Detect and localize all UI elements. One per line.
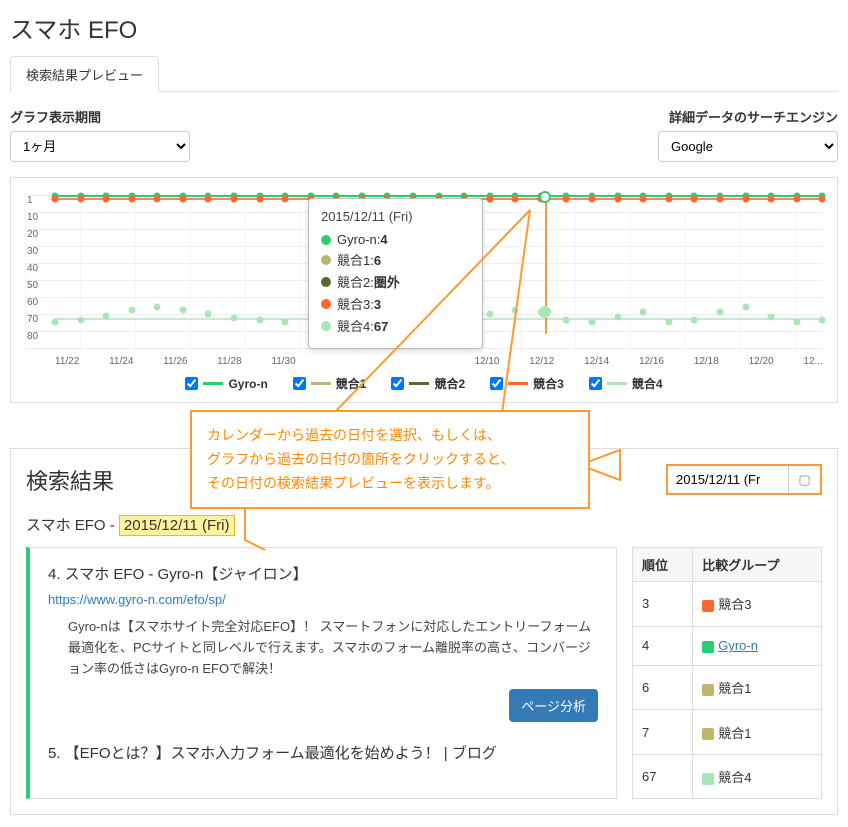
y-axis: 11020304050607080 (27, 192, 38, 345)
marker-dot-top (539, 191, 551, 203)
rank-table: 順位 比較グループ 3競合34Gyro-n6競合17競合167競合4 (632, 547, 822, 799)
x-axis: 11/2211/2411/2611/2811/3012/1012/1212/14… (25, 356, 823, 367)
legend-checkbox[interactable] (185, 377, 198, 390)
period-label: グラフ表示期間 (10, 107, 190, 126)
group-header: 比較グループ (693, 548, 822, 582)
legend-checkbox[interactable] (490, 377, 503, 390)
legend-checkbox[interactable] (293, 377, 306, 390)
result-title: 5. 【EFOとは？】スマホ入力フォーム最適化を始めよう！ | ブログ (48, 742, 598, 763)
rank-header: 順位 (633, 548, 693, 582)
table-row: 4Gyro-n (633, 626, 822, 665)
engine-label: 詳細データのサーチエンジン (658, 107, 838, 126)
legend-item[interactable]: 競合3 (490, 375, 564, 392)
tooltip-date: 2015/12/11 (Fri) (321, 209, 470, 224)
legend-item[interactable]: 競合1 (293, 375, 367, 392)
page-analysis-button[interactable]: ページ分析 (509, 689, 598, 722)
result-title: 4. スマホ EFO - Gyro-n【ジャイロン】 (48, 563, 598, 584)
legend: Gyro-n 競合1 競合2 競合3 競合4 (25, 375, 823, 392)
table-row: 67競合4 (633, 754, 822, 799)
table-row: 3競合3 (633, 582, 822, 627)
legend-item[interactable]: Gyro-n (185, 375, 267, 392)
page-title: スマホ EFO (10, 10, 838, 45)
results-subtitle: スマホ EFO - 2015/12/11 (Fri) (26, 514, 822, 535)
date-input[interactable] (668, 466, 788, 493)
result-item: 5. 【EFOとは？】スマホ入力フォーム最適化を始めよう！ | ブログ (48, 742, 598, 763)
legend-checkbox[interactable] (391, 377, 404, 390)
result-url[interactable]: https://www.gyro-n.com/efo/sp/ (48, 592, 598, 607)
table-row: 7競合1 (633, 710, 822, 755)
legend-item[interactable]: 競合2 (391, 375, 465, 392)
calendar-icon[interactable]: ▢ (788, 466, 820, 493)
legend-checkbox[interactable] (589, 377, 602, 390)
search-results-list[interactable]: 4. スマホ EFO - Gyro-n【ジャイロン】 https://www.g… (26, 547, 617, 799)
engine-select[interactable]: Google (658, 131, 838, 162)
period-select[interactable]: 1ヶ月 (10, 131, 190, 162)
marker-dot-bottom (539, 306, 551, 318)
result-item: 4. スマホ EFO - Gyro-n【ジャイロン】 https://www.g… (48, 563, 598, 722)
tabs: 検索結果プレビュー (10, 55, 838, 92)
legend-item[interactable]: 競合4 (589, 375, 663, 392)
highlighted-date: 2015/12/11 (Fri) (119, 515, 235, 536)
callout-annotation: カレンダーから過去の日付を選択、もしくは、 グラフから過去の日付の箇所をクリック… (190, 410, 590, 509)
table-row: 6競合1 (633, 665, 822, 710)
date-picker[interactable]: ▢ (666, 464, 822, 495)
tab-search-preview[interactable]: 検索結果プレビュー (10, 56, 159, 92)
result-desc: Gyro-nは【スマホサイト完全対応EFO】！ スマートフォンに対応したエントリ… (68, 617, 598, 679)
chart-tooltip: 2015/12/11 (Fri) Gyro-n:4競合1:6競合2:圏外競合3:… (308, 198, 483, 349)
